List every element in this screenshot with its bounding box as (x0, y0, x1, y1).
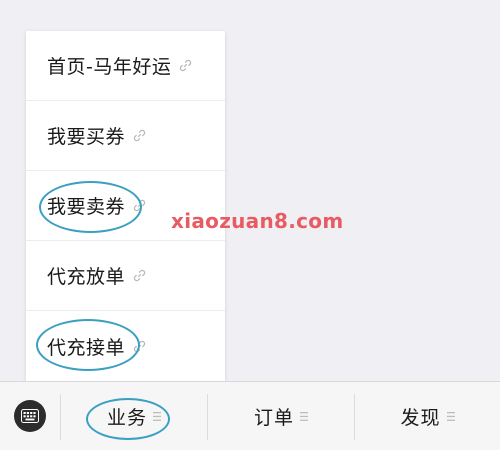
keyboard-icon (14, 400, 46, 432)
menu-item-label: 代充放单 (47, 266, 126, 288)
menu-lines-icon (446, 411, 455, 421)
link-icon (179, 59, 192, 72)
link-icon (133, 199, 146, 212)
tab-label: 订单 (253, 406, 294, 429)
popup-menu: 首页-马年好运 我要买券 我要卖券 代充放单 代充接单 (26, 31, 225, 381)
menu-item-label: 首页-马年好运 (47, 56, 172, 78)
menu-lines-icon (300, 411, 308, 421)
menu-lines-icon (153, 411, 161, 421)
menu-item-buy-coupon[interactable]: 我要买券 (26, 101, 225, 171)
tab-discover[interactable]: 发现 (355, 382, 500, 450)
link-icon (133, 269, 146, 282)
menu-item-label: 我要卖券 (47, 196, 126, 218)
bottom-menu-bar: 业务 订单 发现 (0, 381, 500, 450)
menu-item-label: 我要买券 (47, 126, 126, 148)
tab-orders[interactable]: 订单 (208, 382, 354, 450)
menu-item-recharge-post[interactable]: 代充放单 (26, 241, 225, 311)
link-icon (133, 129, 146, 142)
watermark: xiaozuan8.com (171, 209, 344, 233)
menu-item-label: 代充接单 (47, 336, 126, 359)
menu-item-home[interactable]: 首页-马年好运 (26, 31, 225, 101)
keyboard-toggle-button[interactable] (0, 382, 60, 450)
menu-item-recharge-accept[interactable]: 代充接单 (26, 311, 225, 381)
tab-label: 发现 (400, 406, 441, 429)
tab-business[interactable]: 业务 (61, 382, 207, 450)
tab-label: 业务 (106, 406, 147, 429)
link-icon (133, 340, 146, 353)
